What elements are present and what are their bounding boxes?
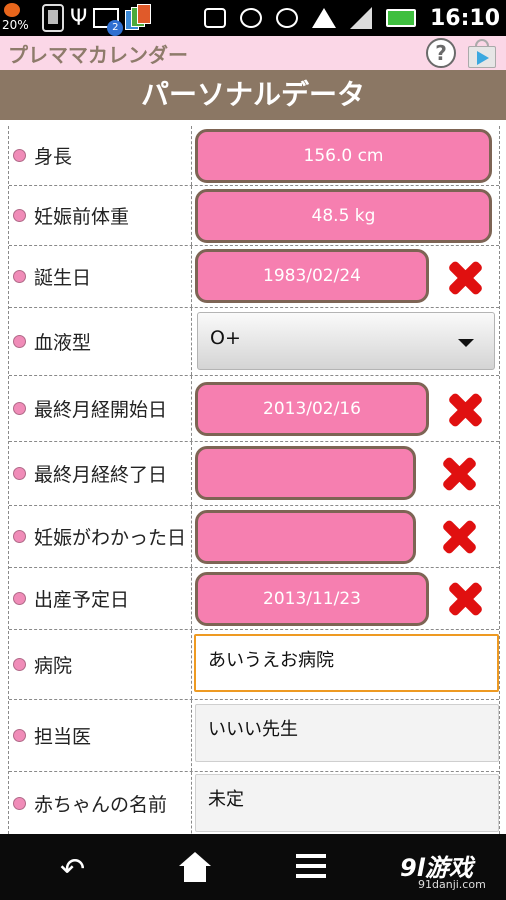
bullet-icon: [13, 796, 26, 810]
bullet-icon: [13, 402, 26, 415]
page-title: パーソナルデータ: [140, 78, 365, 111]
form-row-pregnancy-found: 妊娠がわかった日: [9, 506, 499, 568]
bullet-icon: [13, 467, 26, 480]
dropdown-caret-icon: [458, 339, 474, 347]
app-title: プレママカレンダー: [8, 43, 188, 67]
watermark-url: 91danji.com: [418, 878, 486, 891]
birthday-label: 誕生日: [34, 267, 92, 289]
due-date-field[interactable]: 2013/11/23: [195, 572, 429, 626]
personal-data-form: 身長 156.0 cm 妊娠前体重 48.5 kg 誕生日 1983/02/24…: [8, 126, 500, 834]
clock-time: 16:10: [429, 5, 500, 31]
height-label: 身長: [34, 146, 73, 168]
battery-icon: [385, 9, 416, 27]
clear-birthday-button[interactable]: [445, 258, 485, 298]
period-end-field[interactable]: [195, 446, 416, 500]
help-button[interactable]: ?: [426, 38, 456, 68]
bullet-icon: [13, 335, 26, 348]
baby-name-label: 赤ちゃんの名前: [34, 793, 168, 816]
status-system: 16:10: [203, 2, 500, 34]
clear-period-end-button[interactable]: [439, 454, 479, 494]
weight-label: 妊娠前体重: [34, 206, 130, 228]
page-header: パーソナルデータ: [0, 70, 506, 120]
voicemail-icon: [203, 8, 226, 28]
hospital-input[interactable]: あいうえお病院: [194, 634, 499, 692]
usb-icon: Ψ: [70, 5, 88, 31]
battery-percent: 20%: [2, 18, 29, 32]
form-row-birthday: 誕生日 1983/02/24: [9, 246, 499, 308]
pregnancy-found-label: 妊娠がわかった日: [34, 527, 187, 549]
form-row-doctor: 担当医 いいい先生: [9, 700, 499, 772]
status-bar: 20% Ψ 2 16:10: [0, 0, 506, 36]
phone-icon: [42, 4, 64, 32]
form-row-period-end: 最終月経終了日: [9, 442, 499, 506]
notification-badge: 2: [107, 20, 124, 36]
bullet-icon: [13, 270, 26, 283]
app-bar: プレママカレンダー ?: [0, 36, 506, 70]
bullet-icon: [13, 209, 26, 222]
weather-icon: 20%: [2, 2, 36, 34]
blood-type-value: O+: [210, 327, 241, 349]
bullet-icon: [13, 729, 26, 742]
home-icon[interactable]: [179, 852, 211, 882]
menu-icon[interactable]: [296, 854, 326, 878]
doctor-label: 担当医: [34, 726, 92, 748]
form-row-hospital: 病院 あいうえお病院: [9, 630, 499, 700]
apps-icon: [125, 4, 152, 32]
play-store-icon[interactable]: [466, 38, 498, 68]
bullet-icon: [13, 658, 26, 671]
blood-type-select[interactable]: O+: [197, 312, 495, 370]
form-row-blood-type: 血液型 O+: [9, 308, 499, 376]
status-notifications: 20% Ψ 2: [2, 2, 152, 36]
back-icon[interactable]: ↶: [60, 852, 85, 887]
mail-icon: 2: [93, 8, 124, 36]
period-start-label: 最終月経開始日: [34, 399, 168, 421]
heart-icon: [239, 8, 262, 28]
form-row-baby-name: 赤ちゃんの名前 未定: [9, 772, 499, 834]
form-row-due-date: 出産予定日 2013/11/23: [9, 568, 499, 630]
wifi-icon: [311, 8, 336, 28]
clear-pregnancy-found-button[interactable]: [439, 517, 479, 557]
navigation-bar: ↶ 9l游戏 91danji.com: [0, 834, 506, 900]
pregnancy-found-field[interactable]: [195, 510, 416, 564]
bullet-icon: [13, 530, 26, 543]
baby-name-input[interactable]: 未定: [195, 774, 499, 832]
period-start-field[interactable]: 2013/02/16: [195, 382, 429, 436]
bullet-icon: [13, 149, 26, 162]
blood-type-label: 血液型: [34, 332, 92, 354]
weight-field[interactable]: 48.5 kg: [195, 189, 492, 243]
form-row-height: 身長 156.0 cm: [9, 126, 499, 186]
bullet-icon: [13, 592, 26, 605]
signal-icon: [349, 7, 372, 29]
doctor-input[interactable]: いいい先生: [195, 704, 499, 762]
due-date-label: 出産予定日: [34, 589, 130, 611]
height-field[interactable]: 156.0 cm: [195, 129, 492, 183]
period-end-label: 最終月経終了日: [34, 464, 168, 486]
clear-period-start-button[interactable]: [445, 390, 485, 430]
alarm-icon: [275, 8, 298, 28]
clear-due-date-button[interactable]: [445, 579, 485, 619]
form-row-period-start: 最終月経開始日 2013/02/16: [9, 376, 499, 442]
form-row-weight: 妊娠前体重 48.5 kg: [9, 186, 499, 246]
birthday-field[interactable]: 1983/02/24: [195, 249, 429, 303]
hospital-label: 病院: [34, 655, 73, 677]
